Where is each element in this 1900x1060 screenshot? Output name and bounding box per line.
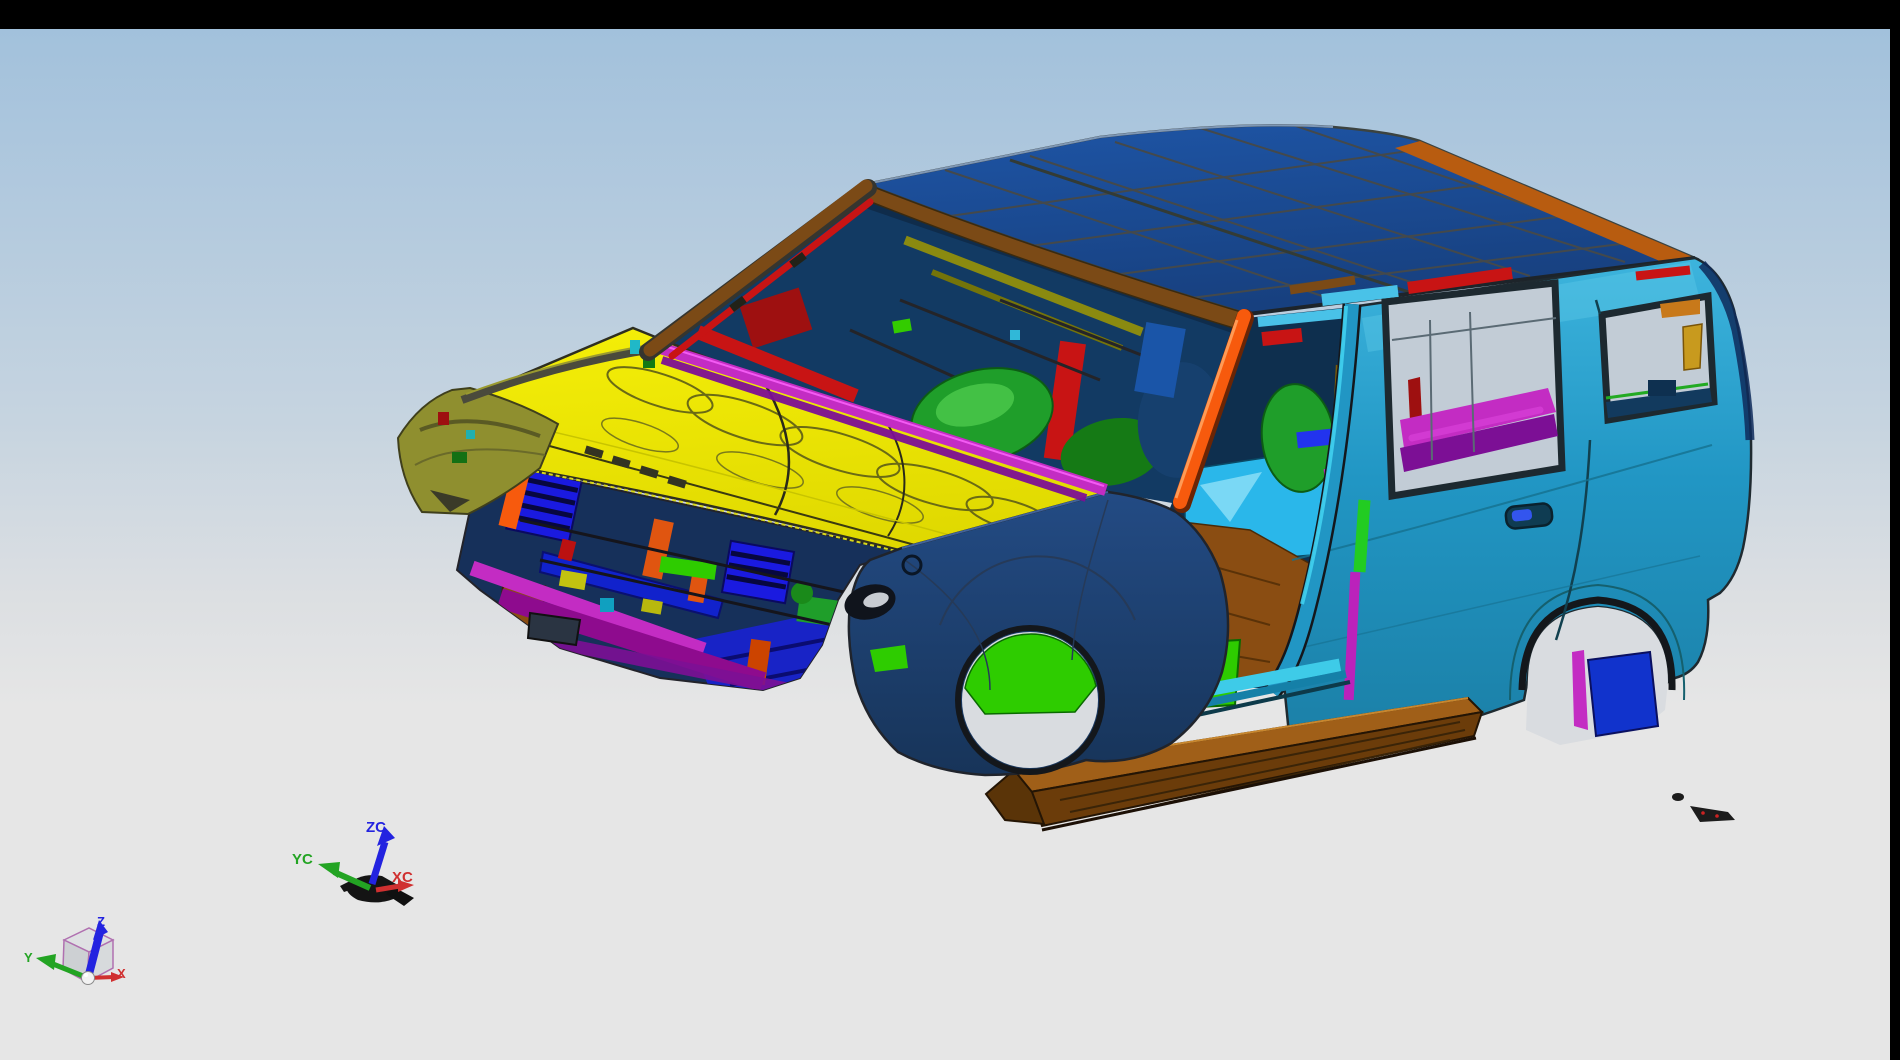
wcs-z-label: ZC [366, 819, 386, 836]
wcs-y-label: YC [292, 851, 313, 868]
wcs-x-label: XC [392, 869, 413, 886]
gold-bracket [1683, 324, 1702, 370]
3d-scene[interactable]: ZC YC XC Z Y X [0, 0, 1900, 1060]
wcs-triad[interactable]: ZC YC XC [292, 819, 414, 906]
view-z-label: Z [97, 914, 105, 929]
view-x-label: X [117, 966, 126, 981]
top-black-bar [0, 0, 1900, 29]
origin-sphere[interactable] [82, 972, 95, 985]
rail-accent-red-2 [1636, 270, 1690, 276]
right-black-bar [1890, 0, 1900, 1060]
view-orientation-triad[interactable]: Z Y X [24, 914, 126, 985]
view-y-label: Y [24, 950, 33, 965]
cad-application-window: ZC YC XC Z Y X [0, 0, 1900, 1060]
rear-door-handle[interactable] [1505, 503, 1553, 530]
arch-blue-box [1588, 652, 1658, 736]
quarter-window[interactable] [1602, 296, 1714, 420]
rear-door-window[interactable] [1385, 283, 1562, 496]
suv-body-in-white-model[interactable] [398, 124, 1751, 830]
detached-small-parts[interactable] [1672, 793, 1735, 822]
